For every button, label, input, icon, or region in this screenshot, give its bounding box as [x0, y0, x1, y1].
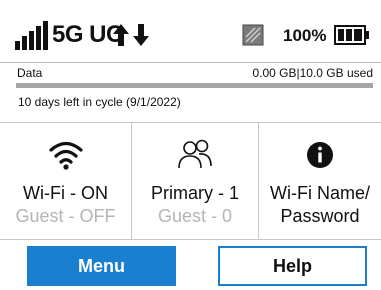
wifi-status: Wi-Fi - ON: [23, 183, 108, 203]
data-usage-bar: [16, 83, 373, 88]
help-button[interactable]: Help: [218, 246, 367, 286]
guest-wifi-status: Guest - OFF: [15, 206, 116, 226]
tile-connected-devices[interactable]: Primary - 1 Guest - 0: [132, 123, 259, 240]
up-down-arrows-icon: [113, 24, 149, 46]
info-icon: [307, 142, 333, 168]
password-label: Password: [280, 206, 360, 226]
wifi-name-label: Wi-Fi Name/: [270, 183, 370, 203]
primary-devices: Primary - 1: [150, 183, 239, 203]
data-used-text: 0.00 GB|10.0 GB used: [252, 66, 373, 80]
tile-wifi-name-password[interactable]: Wi-Fi Name/ Password: [259, 123, 381, 240]
data-usage-section[interactable]: Data 0.00 GB|10.0 GB used 10 days left i…: [0, 62, 381, 122]
guest-devices: Guest - 0: [157, 206, 233, 226]
signal-bars-icon: [15, 20, 49, 50]
battery-percent: 100%: [283, 26, 327, 45]
sim-card-icon: [242, 24, 264, 46]
battery-icon: [334, 25, 369, 45]
tile-wifi[interactable]: Wi-Fi - ON Guest - OFF: [0, 123, 132, 240]
data-label: Data: [17, 66, 43, 80]
quick-tiles: Wi-Fi - ON Guest - OFF Primary - 1 Guest…: [0, 122, 381, 240]
cycle-text: 10 days left in cycle (9/1/2022): [18, 95, 181, 109]
menu-button[interactable]: Menu: [27, 246, 176, 286]
status-bar: 5G UC 100%: [0, 0, 381, 62]
users-icon: [178, 139, 212, 169]
wifi-icon: [48, 141, 83, 170]
